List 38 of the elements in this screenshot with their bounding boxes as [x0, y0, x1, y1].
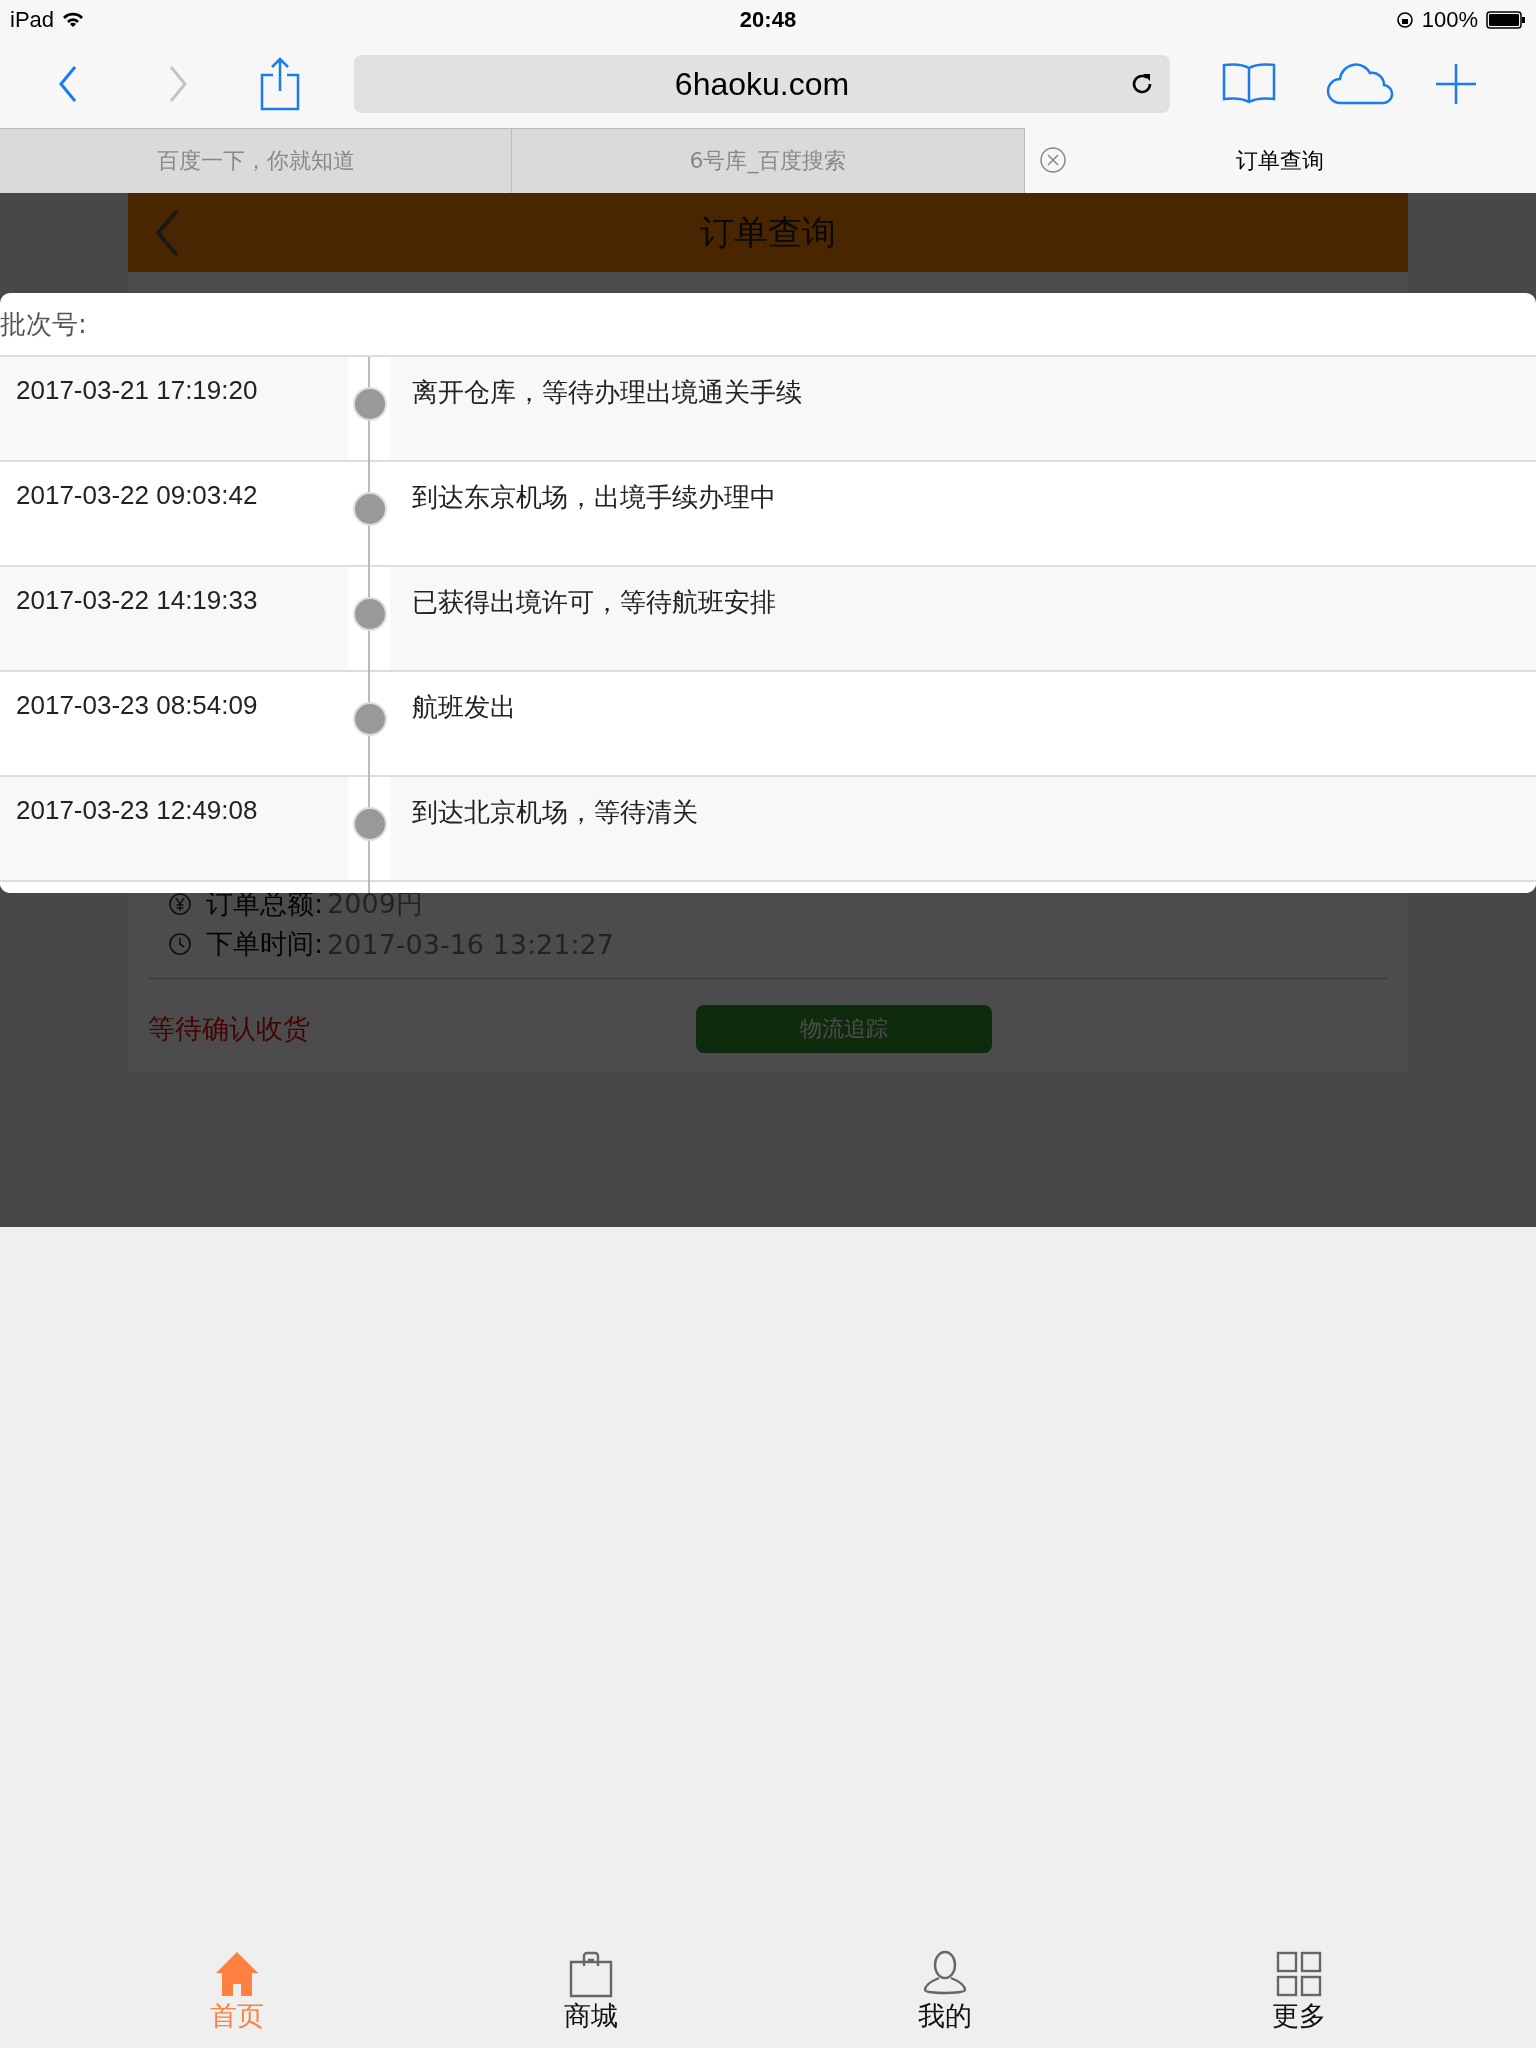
timeline-dot	[353, 702, 387, 736]
amount-label: 订单总额:	[206, 887, 324, 921]
browser-tab[interactable]: 订单查询	[1024, 128, 1536, 193]
timeline-dot	[353, 807, 387, 841]
event-time: 2017-03-22 09:03:42	[15, 479, 259, 512]
event-text: 到达北京机场，等待清关	[411, 796, 698, 829]
address-bar[interactable]: 6haoku.com	[354, 55, 1170, 113]
order-status: 等待确认收货	[148, 1012, 311, 1046]
grid-icon	[1275, 1950, 1323, 1998]
timeline-dot	[353, 492, 387, 526]
device-name: iPad	[10, 7, 55, 33]
event-text: 航班发出	[411, 691, 516, 724]
clock-time: 20:48	[739, 7, 797, 33]
event-time: 2017-03-23 12:49:08	[15, 794, 259, 827]
new-tab-icon[interactable]	[1434, 62, 1478, 106]
back-icon[interactable]	[58, 65, 78, 103]
event-time: 2017-03-23 08:54:09	[15, 689, 259, 722]
cloud-icon[interactable]	[1326, 63, 1396, 105]
event-text: 已获得出境许可，等待航班安排	[411, 586, 776, 619]
event-text: 离开仓库，等待办理出境通关手续	[411, 376, 802, 409]
event-text: 到达东京机场，出境手续办理中	[411, 481, 776, 514]
event-time: 2017-03-22 14:19:33	[15, 584, 259, 617]
event-time: 2017-03-21 17:19:20	[15, 374, 259, 407]
rotation-lock-icon	[1395, 11, 1414, 29]
share-icon[interactable]	[260, 57, 300, 111]
bag-icon	[567, 1950, 615, 1998]
page-title: 订单查询	[700, 210, 836, 254]
battery-icon	[1486, 11, 1526, 29]
order-time-label: 下单时间:	[206, 927, 324, 961]
timeline-dot	[353, 387, 387, 421]
close-icon[interactable]	[1038, 146, 1067, 174]
nav-tab[interactable]: 更多	[1239, 1938, 1359, 2048]
timeline-dot	[353, 597, 387, 631]
nav-tab[interactable]: 商城	[531, 1938, 651, 2048]
nav-tab[interactable]: 我的	[885, 1938, 1005, 2048]
wifi-icon	[62, 12, 85, 28]
book-icon[interactable]	[1222, 62, 1276, 106]
battery-percent: 100%	[1421, 7, 1478, 33]
